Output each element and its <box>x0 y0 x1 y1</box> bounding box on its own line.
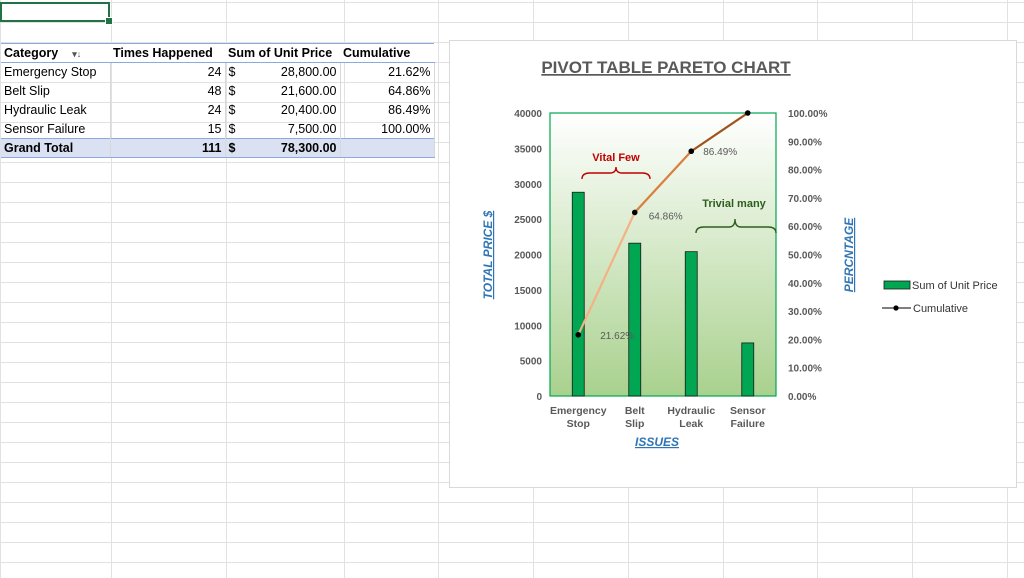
grand-total-times[interactable]: 111 <box>110 138 226 158</box>
cumulative-point[interactable] <box>688 148 695 155</box>
cumulative-point[interactable] <box>575 332 582 338</box>
cell-currency: $ <box>228 121 236 136</box>
table-row: Emergency Stop 24 $ 28,800.00 21.62% <box>1 62 435 82</box>
pivot-table: Category ▾↓ Times Happened Sum of Unit Pr… <box>1 43 435 158</box>
data-label: 64.86% <box>649 211 683 222</box>
cell-price[interactable]: 21,600.00 <box>243 81 341 101</box>
y2-tick-label: 80.00% <box>788 166 822 177</box>
grand-total-price[interactable]: 78,300.00 <box>243 138 341 158</box>
cell-cumulative[interactable]: 64.86% <box>340 81 435 101</box>
cell-category[interactable]: Belt Slip <box>1 81 111 101</box>
y-tick-label: 40000 <box>514 109 542 120</box>
y2-tick-label: 10.00% <box>788 364 822 375</box>
bar[interactable] <box>628 242 642 397</box>
y-axis-title: TOTAL PRICE $ <box>481 210 495 299</box>
cell-times[interactable]: 48 <box>110 81 226 101</box>
table-row: Sensor Failure 15 $ 7,500.00 100.00% <box>1 119 435 139</box>
pivot-header-row: Category ▾↓ Times Happened Sum of Unit Pr… <box>1 43 434 63</box>
cell-times[interactable]: 24 <box>110 62 226 82</box>
cell-cumulative[interactable]: 21.62% <box>340 62 435 82</box>
y2-tick-label: 100.00% <box>788 109 828 120</box>
y-tick-label: 5000 <box>520 357 543 368</box>
bar[interactable] <box>741 342 755 397</box>
header-category-label: Category <box>4 46 59 60</box>
cell-times[interactable]: 24 <box>110 100 226 120</box>
y-tick-label: 10000 <box>514 321 542 332</box>
header-times-happened[interactable]: Times Happened <box>110 43 225 63</box>
x-tick-label: Sensor Failure <box>730 405 766 430</box>
grand-total-currency: $ <box>225 138 243 158</box>
chart-canvas: PIVOT TABLE PARETO CHART 0 5000 10000 15000… <box>481 58 998 449</box>
grand-total-label[interactable]: Grand Total <box>1 138 111 158</box>
bar[interactable] <box>571 191 585 397</box>
cell-price[interactable]: 20,400.00 <box>243 100 341 120</box>
y2-tick-label: 20.00% <box>788 335 822 346</box>
y-tick-label: 0 <box>536 392 542 403</box>
table-row: Belt Slip 48 $ 21,600.00 64.86% <box>1 81 435 101</box>
y-tick-label: 30000 <box>514 180 542 191</box>
cell-times[interactable]: 15 <box>110 119 226 139</box>
y2-tick-label: 90.00% <box>788 137 822 148</box>
cell-cumulative[interactable]: 100.00% <box>340 119 435 139</box>
cell-currency: $ <box>228 65 236 80</box>
cumulative-point[interactable] <box>744 110 751 116</box>
cell-category[interactable]: Hydraulic Leak <box>1 100 111 120</box>
y-tick-label: 20000 <box>514 251 542 262</box>
cumulative-point[interactable] <box>631 209 638 216</box>
data-label: 86.49% <box>703 147 737 158</box>
annotation-vital-few: Vital Few <box>592 152 640 164</box>
x-tick-label: Belt Slip <box>625 405 645 430</box>
cell-category[interactable]: Emergency Stop <box>1 62 111 82</box>
legend-bar-swatch <box>883 280 911 290</box>
bar[interactable] <box>684 251 698 397</box>
header-cumulative[interactable]: Cumulative <box>340 43 434 63</box>
filter-sort-icon[interactable]: ▾↓ <box>72 49 81 60</box>
annotation-trivial-many: Trivial many <box>702 198 766 210</box>
cell-price[interactable]: 28,800.00 <box>243 62 341 82</box>
chart-title: PIVOT TABLE PARETO CHART <box>541 58 791 77</box>
y2-axis-title: PERCNTAGE <box>842 217 856 292</box>
fill-handle[interactable] <box>105 17 113 25</box>
table-row: Hydraulic Leak 24 $ 20,400.00 86.49% <box>1 100 435 120</box>
chart-legend[interactable]: Sum of Unit Price Cumulative <box>882 280 998 315</box>
pareto-chart[interactable]: PIVOT TABLE PARETO CHART 0 5000 10000 15000… <box>449 40 1017 488</box>
y2-tick-label: 50.00% <box>788 251 822 262</box>
x-tick-label: Emergency Stop <box>550 405 607 430</box>
header-sum-unit-price[interactable]: Sum of Unit Price <box>225 43 340 63</box>
y2-tick-label: 60.00% <box>788 222 822 233</box>
selected-cell[interactable] <box>0 2 110 22</box>
grand-total-cumulative[interactable] <box>340 138 435 158</box>
grand-total-row: Grand Total 111 $ 78,300.00 <box>1 138 435 158</box>
y2-tick-label: 70.00% <box>788 194 822 205</box>
y2-tick-label: 0.00% <box>788 392 816 403</box>
header-category[interactable]: Category ▾↓ <box>1 43 110 63</box>
y-tick-label: 35000 <box>514 144 542 155</box>
x-tick-label: Hydraulic Leak <box>667 405 715 430</box>
cell-cumulative[interactable]: 86.49% <box>340 100 435 120</box>
cell-currency: $ <box>228 84 236 98</box>
data-label: 21.62% <box>600 331 634 342</box>
y2-tick-label: 40.00% <box>788 279 822 290</box>
cell-price[interactable]: 7,500.00 <box>243 119 341 139</box>
legend-line-label: Cumulative <box>913 303 968 315</box>
x-axis-title: ISSUES <box>635 435 679 449</box>
y2-tick-label: 30.00% <box>788 307 822 318</box>
cell-currency: $ <box>228 103 236 117</box>
y-tick-label: 15000 <box>514 286 542 297</box>
y-tick-label: 25000 <box>514 215 542 226</box>
legend-line-marker <box>893 305 899 311</box>
legend-bar-label: Sum of Unit Price <box>912 280 998 292</box>
cell-category[interactable]: Sensor Failure <box>1 119 111 139</box>
